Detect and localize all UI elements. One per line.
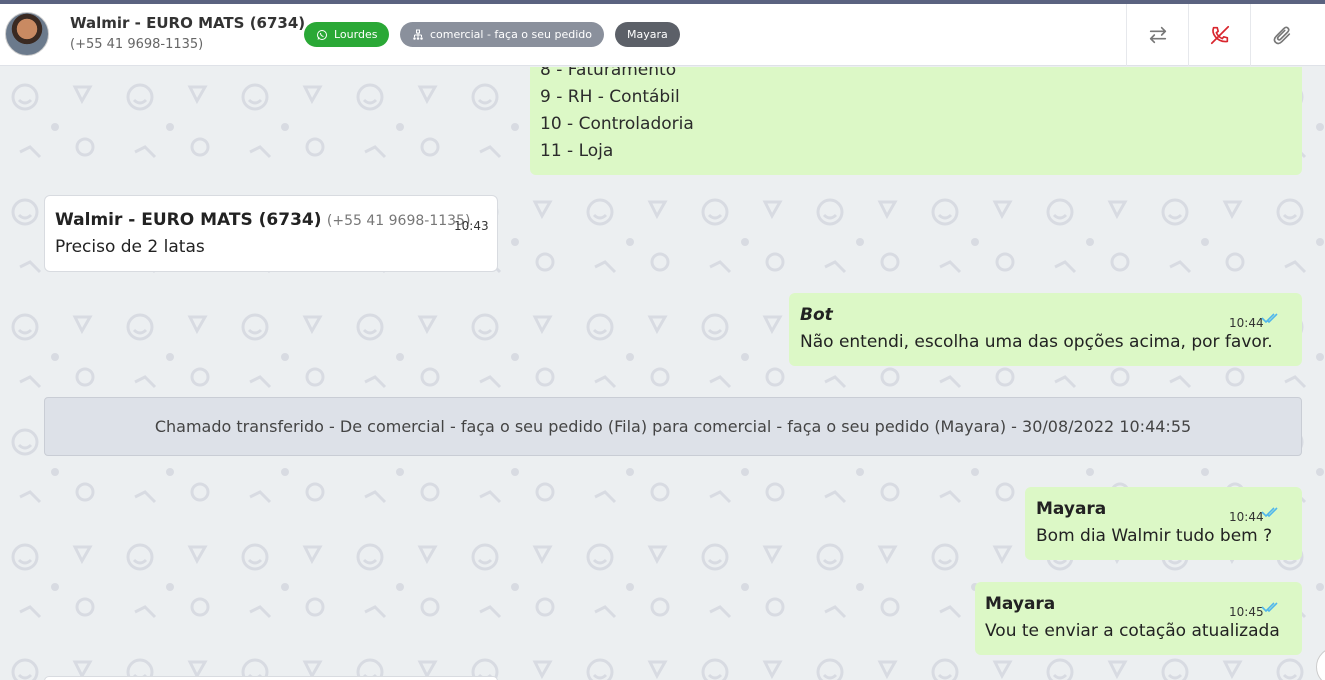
read-ticks-icon	[1261, 602, 1278, 613]
message-sender: Walmir - EURO MATS (6734)	[55, 210, 322, 230]
whatsapp-icon	[317, 29, 327, 40]
menu-option-line: 9 - RH - Contábil	[540, 87, 680, 107]
next-message-edge	[44, 676, 498, 680]
attach-button[interactable]	[1250, 4, 1312, 66]
contact-avatar[interactable]	[5, 12, 49, 56]
bot-message: Bot 10:44 Não entendi, escolha uma das o…	[789, 293, 1302, 366]
message-sender: Mayara	[1036, 499, 1107, 519]
message-text: Preciso de 2 latas	[55, 237, 205, 257]
agent-tag[interactable]: Mayara	[615, 22, 680, 47]
message-text: Vou te enviar a cotação atualizada	[985, 621, 1280, 641]
queue-tag-label: comercial - faça o seu pedido	[430, 28, 592, 41]
message-sender: Mayara	[985, 594, 1056, 614]
incoming-message: Walmir - EURO MATS (6734) (+55 41 9698-1…	[44, 195, 498, 272]
system-transfer-notice: Chamado transferido - De comercial - faç…	[44, 397, 1302, 456]
hangup-button[interactable]	[1188, 4, 1250, 66]
agent-message: Mayara 10:44 Bom dia Walmir tudo bem ?	[1025, 487, 1302, 560]
message-text: Bom dia Walmir tudo bem ?	[1036, 526, 1273, 546]
agent-message: Mayara 10:45 Vou te enviar a cotação atu…	[975, 582, 1302, 655]
channel-tag[interactable]: Lourdes	[304, 22, 390, 47]
menu-option-line: 10 - Controladoria	[540, 114, 694, 134]
contact-name: Walmir - EURO MATS (6734)	[70, 14, 306, 32]
sitemap-icon	[413, 29, 423, 40]
message-text: Não entendi, escolha uma das opções acim…	[800, 332, 1273, 352]
menu-option-line: 8 - Faturamento	[540, 67, 677, 80]
chat-header: Walmir - EURO MATS (6734) (+55 41 9698-1…	[0, 4, 1325, 66]
contact-phone: (+55 41 9698-1135)	[70, 37, 204, 52]
menu-options-bubble: 8 - Faturamento 9 - RH - Contábil 10 - C…	[530, 67, 1302, 175]
menu-option-line: 11 - Loja	[540, 141, 614, 161]
transfer-arrows-icon	[1149, 26, 1166, 44]
read-ticks-icon	[1261, 313, 1278, 324]
queue-tag[interactable]: comercial - faça o seu pedido	[400, 22, 604, 47]
read-ticks-icon	[1261, 507, 1278, 518]
channel-tag-label: Lourdes	[334, 28, 378, 41]
message-time: 10:43	[454, 219, 489, 233]
transfer-button[interactable]	[1126, 4, 1188, 66]
message-sender-phone: (+55 41 9698-1135)	[326, 213, 471, 229]
message-sender: Bot	[800, 305, 833, 325]
phone-off-icon	[1210, 25, 1229, 45]
agent-tag-label: Mayara	[627, 28, 668, 41]
chat-area[interactable]: 8 - Faturamento 9 - RH - Contábil 10 - C…	[0, 67, 1325, 680]
paperclip-icon	[1273, 26, 1290, 45]
